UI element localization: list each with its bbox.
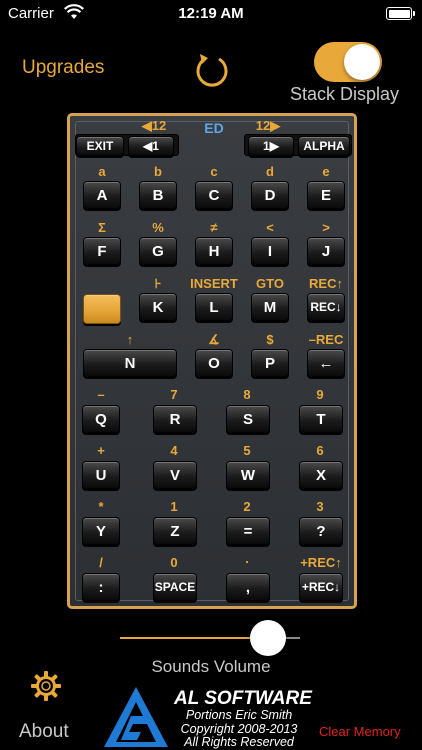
key-l[interactable]: L — [195, 293, 233, 321]
battery-icon — [386, 7, 415, 20]
key-label: ∡ — [208, 332, 220, 347]
key-question[interactable]: ? — [299, 517, 343, 545]
key-comma[interactable]: , — [226, 573, 270, 601]
credit-line: Portions Eric Smith — [185, 708, 293, 722]
key-label: + — [97, 443, 105, 458]
ed-label: ED — [204, 120, 224, 136]
key-label: c — [210, 164, 218, 179]
key-y[interactable]: Y — [82, 517, 120, 545]
key-label: ≠ — [210, 220, 218, 235]
key-j[interactable]: J — [307, 237, 345, 265]
credit-line: All Rights Reserved — [184, 735, 294, 749]
sounds-volume-label: Sounds Volume — [151, 657, 271, 676]
key-label: 1 — [170, 499, 178, 514]
key-p[interactable]: P — [251, 349, 289, 377]
forward-1-key[interactable]: 1▶ — [248, 136, 294, 156]
key-equals[interactable]: = — [226, 517, 270, 545]
key-label: 5 — [243, 443, 251, 458]
rec-down-key[interactable]: REC↓ — [307, 293, 345, 321]
key-a[interactable]: A — [83, 181, 121, 209]
key-label: 2 — [243, 499, 251, 514]
back-1-key[interactable]: ◀1 — [128, 136, 174, 156]
backspace-key[interactable]: ← — [307, 349, 345, 377]
credit-line: Copyright 2008-2013 — [180, 721, 298, 736]
key-o[interactable]: O — [195, 349, 233, 377]
key-label: . — [245, 551, 249, 566]
plus-rec-up-label: +REC↑ — [300, 555, 342, 570]
key-b[interactable]: B — [139, 181, 177, 209]
clear-memory-button[interactable]: Clear Memory — [319, 724, 401, 739]
key-z[interactable]: Z — [153, 517, 197, 545]
key-label: 0 — [170, 555, 178, 570]
key-label: 8 — [243, 387, 251, 402]
key-c[interactable]: C — [195, 181, 233, 209]
key-e[interactable]: E — [307, 181, 345, 209]
key-label: 9 — [316, 387, 324, 402]
slider-thumb[interactable] — [249, 620, 286, 656]
key-label: > — [322, 220, 330, 235]
key-q[interactable]: Q — [82, 405, 120, 433]
key-label: – — [97, 387, 105, 402]
key-i[interactable]: I — [251, 237, 289, 265]
key-label: b — [154, 164, 162, 179]
upgrades-button[interactable]: Upgrades — [22, 57, 104, 79]
key-d[interactable]: D — [251, 181, 289, 209]
insert-label: INSERT — [190, 276, 238, 291]
minus-rec-label: –REC — [308, 332, 344, 347]
key-label: $ — [266, 332, 274, 347]
key-label: % — [152, 220, 164, 235]
shift-left-12-label: ◀12 — [141, 118, 167, 133]
alpha-key[interactable]: ALPHA — [298, 136, 350, 156]
stack-display-toggle[interactable] — [314, 42, 382, 82]
key-h[interactable]: H — [195, 237, 233, 265]
exit-key[interactable]: EXIT — [76, 136, 124, 156]
key-r[interactable]: R — [153, 405, 197, 433]
key-label: a — [98, 164, 106, 179]
space-key[interactable]: SPACE — [153, 573, 197, 601]
sounds-volume-slider[interactable] — [120, 620, 300, 656]
key-m[interactable]: M — [251, 293, 289, 321]
key-label: * — [98, 499, 104, 514]
key-label: 3 — [316, 499, 324, 514]
gear-icon[interactable] — [30, 670, 62, 702]
stack-display-label: Stack Display — [290, 84, 400, 104]
key-label: ↑ — [126, 332, 134, 347]
key-x[interactable]: X — [299, 461, 343, 489]
key-t[interactable]: T — [299, 405, 343, 433]
key-k[interactable]: K — [139, 293, 177, 321]
key-label: 7 — [170, 387, 178, 402]
rec-up-label: REC↑ — [309, 276, 343, 291]
status-time: 12:19 AM — [178, 5, 244, 22]
key-w[interactable]: W — [226, 461, 270, 489]
gto-label: GTO — [256, 276, 284, 291]
key-u[interactable]: U — [82, 461, 120, 489]
key-colon[interactable]: : — [82, 573, 120, 601]
key-v[interactable]: V — [153, 461, 197, 489]
shift-right-12-label: 12▶ — [255, 118, 281, 133]
calculator-keypad: ◀12 ED 12▶ EXIT ◀1 1▶ ALPHA a b c d e A … — [67, 113, 357, 609]
key-f[interactable]: F — [83, 237, 121, 265]
key-label: 6 — [316, 443, 324, 458]
company-name: AL SOFTWARE — [174, 688, 312, 709]
key-n[interactable]: N — [83, 349, 177, 377]
refresh-icon[interactable] — [192, 50, 232, 88]
shift-key[interactable] — [83, 294, 121, 324]
about-button[interactable]: About — [19, 721, 69, 743]
key-label: Σ — [98, 220, 106, 235]
key-label: < — [266, 220, 274, 235]
key-label: e — [322, 164, 330, 179]
status-bar: Carrier 12:19 AM — [0, 0, 422, 30]
key-label: d — [266, 164, 274, 179]
key-label: 4 — [170, 443, 178, 458]
credits: Portions Eric Smith Copyright 2008-2013 … — [174, 708, 304, 750]
key-label: ⊦ — [154, 276, 162, 291]
plus-rec-down-key[interactable]: +REC↓ — [299, 573, 343, 601]
al-software-logo — [104, 687, 168, 747]
key-s[interactable]: S — [226, 405, 270, 433]
key-label: / — [99, 555, 103, 570]
key-g[interactable]: G — [139, 237, 177, 265]
